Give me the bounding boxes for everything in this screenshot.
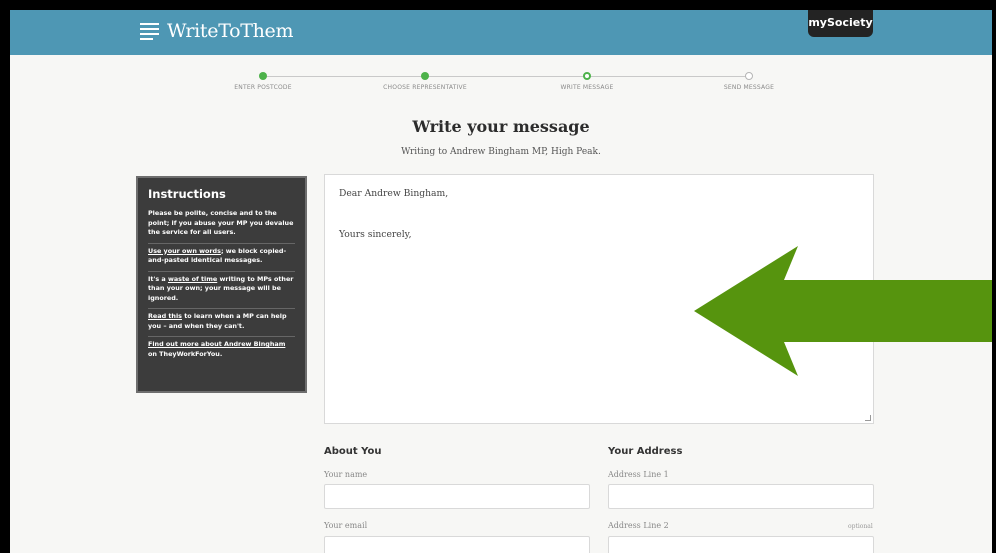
- instruction-text: It's a: [148, 274, 168, 283]
- message-closing: Yours sincerely,: [339, 229, 412, 240]
- arrow-shape: [694, 246, 992, 376]
- find-out-more-link[interactable]: Find out more about Andrew Bingham: [148, 340, 285, 348]
- instruction-item: Please be polite, concise and to the poi…: [148, 206, 295, 244]
- step-send-message: SEND MESSAGE: [669, 70, 829, 91]
- step-label: ENTER POSTCODE: [234, 84, 292, 91]
- waste-of-time-link[interactable]: waste of time: [168, 275, 217, 283]
- mysociety-badge[interactable]: mySociety: [808, 10, 873, 37]
- read-this-link[interactable]: Read this: [148, 312, 182, 320]
- address-line1-label: Address Line 1: [608, 470, 669, 479]
- step-write-message: WRITE MESSAGE: [507, 70, 667, 91]
- instruction-item: Use your own words; we block copied-and-…: [148, 244, 295, 272]
- step-choose-representative: CHOOSE REPRESENTATIVE: [345, 70, 505, 91]
- step-enter-postcode: ENTER POSTCODE: [183, 70, 343, 91]
- instruction-item: It's a waste of time writing to MPs othe…: [148, 272, 295, 309]
- resize-handle-icon[interactable]: [865, 415, 871, 421]
- email-label: Your email: [324, 521, 368, 530]
- own-words-link[interactable]: Use your own words: [148, 247, 221, 255]
- step-current-dot: [583, 72, 591, 80]
- address-line2-label: Address Line 2: [608, 521, 669, 530]
- instruction-text: Please be polite, concise and to the poi…: [148, 209, 294, 236]
- your-address-heading: Your Address: [608, 446, 683, 457]
- address-line2-input[interactable]: [608, 536, 874, 553]
- site-logo[interactable]: WriteToThem: [138, 20, 294, 42]
- step-label: WRITE MESSAGE: [560, 84, 614, 91]
- step-pending-dot: [745, 72, 753, 80]
- message-greeting: Dear Andrew Bingham,: [339, 188, 449, 199]
- instruction-item: Find out more about Andrew Bingham on Th…: [148, 337, 295, 364]
- step-complete-dot: [421, 72, 429, 80]
- step-label: CHOOSE REPRESENTATIVE: [383, 84, 467, 91]
- optional-label: optional: [848, 523, 873, 530]
- instructions-panel: Instructions Please be polite, concise a…: [136, 176, 307, 393]
- progress-steps: ENTER POSTCODE CHOOSE REPRESENTATIVE WRI…: [10, 70, 992, 110]
- step-label: SEND MESSAGE: [723, 84, 775, 91]
- name-label: Your name: [324, 470, 368, 479]
- instruction-item: Read this to learn when a MP can help yo…: [148, 309, 295, 337]
- browser-viewport: WriteToThem mySociety ENTER POSTCODE CHO…: [10, 10, 992, 553]
- about-you-heading: About You: [324, 446, 382, 457]
- logo-text: WriteToThem: [167, 20, 294, 42]
- site-header: WriteToThem mySociety: [10, 10, 992, 55]
- page-title: Write your message: [412, 117, 590, 136]
- annotation-arrow-icon: [694, 246, 992, 376]
- name-input[interactable]: [324, 484, 590, 509]
- address-line1-input[interactable]: [608, 484, 874, 509]
- step-complete-dot: [259, 72, 267, 80]
- letter-icon: [138, 22, 161, 41]
- instructions-heading: Instructions: [148, 187, 226, 201]
- instruction-text: on TheyWorkForYou.: [148, 349, 223, 358]
- page-subtitle: Writing to Andrew Bingham MP, High Peak.: [401, 147, 601, 157]
- email-input[interactable]: [324, 536, 590, 553]
